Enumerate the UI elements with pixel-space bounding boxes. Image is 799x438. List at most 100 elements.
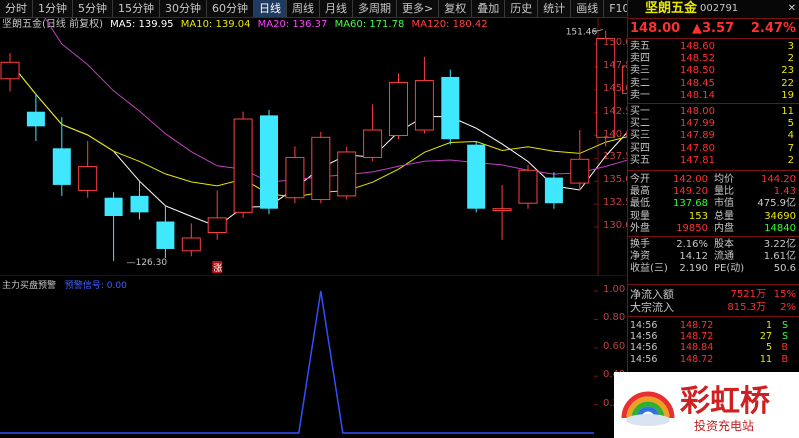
stat-label: 内盘 bbox=[714, 222, 734, 234]
bid-row[interactable]: 买三 147.89 4 bbox=[628, 130, 799, 142]
ask-volume: 22 bbox=[781, 77, 794, 89]
stat-label: 外盘 bbox=[630, 222, 650, 234]
tick-volume: 5 bbox=[765, 342, 772, 354]
stat-value: 14840 bbox=[764, 222, 796, 234]
ask-label: 卖一 bbox=[630, 89, 650, 101]
tick-volume: 1 bbox=[765, 320, 772, 331]
candle-body bbox=[260, 115, 278, 209]
candlestick-chart[interactable]: 151.46 —126.30 涨 bbox=[0, 18, 627, 276]
ask-row[interactable]: 卖二 148.45 22 bbox=[628, 78, 799, 90]
candle-body bbox=[570, 158, 590, 184]
toolbar-period-8[interactable]: 月线 bbox=[320, 0, 353, 17]
toolbar-period-10[interactable]: 更多> bbox=[397, 0, 440, 17]
candle bbox=[26, 93, 45, 141]
candle bbox=[492, 184, 512, 240]
stat-value: 153 bbox=[688, 210, 708, 222]
stat-label: 最低 bbox=[630, 198, 650, 210]
candle-body bbox=[492, 208, 512, 212]
divider bbox=[628, 316, 799, 317]
ask-row[interactable]: 卖三 148.50 23 bbox=[628, 65, 799, 77]
toolbar-period-7[interactable]: 周线 bbox=[287, 0, 320, 17]
signal-line bbox=[0, 290, 594, 434]
candle bbox=[78, 140, 98, 198]
tick-side: B bbox=[781, 353, 788, 365]
candle bbox=[544, 172, 563, 209]
stat-label: 流通 bbox=[714, 251, 734, 263]
candle bbox=[441, 69, 460, 145]
bid-price: 147.80 bbox=[680, 142, 715, 154]
toolbar-period-0[interactable]: 分时 bbox=[0, 0, 33, 17]
candle bbox=[311, 131, 331, 204]
stat-row: 净资 14.12 流通 1.61亿 bbox=[628, 251, 799, 263]
ask-row[interactable]: 卖一 148.14 19 bbox=[628, 90, 799, 102]
tick-time: 14:56 bbox=[630, 320, 658, 331]
tick-time: 14:56 bbox=[630, 353, 658, 365]
stat-row: 今开 142.00 均价 144.20 bbox=[628, 174, 799, 186]
candle-body bbox=[0, 61, 20, 80]
divider bbox=[628, 170, 799, 171]
bid-volume: 7 bbox=[787, 142, 794, 154]
flow-value: 7521万 bbox=[730, 289, 766, 300]
candle bbox=[414, 56, 434, 134]
toolbar-period-1[interactable]: 1分钟 bbox=[33, 0, 73, 17]
tick-row: 14:56 148.72 1 S bbox=[628, 320, 799, 331]
stat-row: 收益(三) 2.190 PE(动) 50.6 bbox=[628, 263, 799, 275]
bid-row[interactable]: 买一 148.00 11 bbox=[628, 106, 799, 118]
toolbar-period-4[interactable]: 30分钟 bbox=[160, 0, 207, 17]
flow-label: 净流入额 bbox=[630, 288, 674, 301]
watermark-logo: 彩虹桥 投资充电站 bbox=[614, 372, 799, 438]
stock-name: 坚朗五金 bbox=[645, 1, 698, 16]
toolbar-period-5[interactable]: 60分钟 bbox=[207, 0, 254, 17]
candle-body bbox=[130, 195, 149, 213]
ask-row[interactable]: 卖四 148.52 2 bbox=[628, 53, 799, 65]
flow-row: 大宗流入 815.3万 2% bbox=[628, 302, 799, 315]
candle-body bbox=[389, 81, 408, 136]
ask-label: 卖二 bbox=[630, 77, 650, 89]
stat-row: 外盘 19850 内盘 14840 bbox=[628, 223, 799, 235]
stat-value: 1.43 bbox=[773, 186, 796, 198]
indicator-axis-label: 0.80 bbox=[603, 312, 626, 324]
toolbar-action-2[interactable]: 历史 bbox=[505, 0, 539, 17]
tick-time: 14:56 bbox=[630, 331, 658, 343]
ask-label: 卖三 bbox=[630, 65, 650, 77]
tick-volume: 27 bbox=[759, 331, 772, 343]
watermark-slogan: 投资充电站 bbox=[694, 419, 755, 433]
stat-value: 14.12 bbox=[679, 251, 708, 263]
tick-price: 148.72 bbox=[680, 320, 714, 331]
toolbar-action-4[interactable]: 画线 bbox=[571, 0, 605, 17]
bid-price: 147.89 bbox=[680, 130, 715, 142]
candle bbox=[337, 146, 357, 200]
candle-body bbox=[52, 148, 71, 185]
indicator-chart[interactable] bbox=[0, 276, 627, 438]
stat-label: 今开 bbox=[630, 174, 650, 185]
flow-value: 815.3万 bbox=[727, 302, 766, 313]
candle-body bbox=[181, 237, 201, 252]
stat-label: 量比 bbox=[714, 186, 734, 198]
toolbar-period-2[interactable]: 5分钟 bbox=[73, 0, 113, 17]
header-close-icon[interactable]: ✕ bbox=[788, 0, 796, 18]
ask-row[interactable]: 卖五 148.60 3 bbox=[628, 41, 799, 53]
last-price: 148.00 bbox=[630, 21, 681, 36]
toolbar-period-9[interactable]: 多周期 bbox=[353, 0, 397, 17]
toolbar-period-3[interactable]: 15分钟 bbox=[113, 0, 160, 17]
divider bbox=[628, 236, 799, 237]
candle-body bbox=[467, 144, 486, 209]
toolbar-action-0[interactable]: 复权 bbox=[439, 0, 473, 17]
candle-body bbox=[311, 136, 331, 201]
stat-label: 股本 bbox=[714, 239, 734, 250]
stat-value: 2.190 bbox=[679, 263, 708, 275]
bid-row[interactable]: 买五 147.81 2 bbox=[628, 155, 799, 167]
bid-row[interactable]: 买二 147.99 5 bbox=[628, 118, 799, 130]
tick-price: 148.72 bbox=[680, 331, 714, 343]
ask-price: 148.52 bbox=[680, 53, 715, 65]
bid-row[interactable]: 买四 147.80 7 bbox=[628, 143, 799, 155]
toolbar-action-1[interactable]: 叠加 bbox=[472, 0, 506, 17]
flow-pct: 15% bbox=[773, 289, 796, 300]
candle-body bbox=[285, 156, 305, 199]
toolbar-period-6[interactable]: 日线 bbox=[254, 0, 287, 17]
low-annotation: —126.30 bbox=[127, 258, 168, 268]
toolbar-action-3[interactable]: 统计 bbox=[538, 0, 572, 17]
candle bbox=[285, 146, 305, 204]
bid-label: 买一 bbox=[630, 106, 650, 117]
divider bbox=[628, 103, 799, 104]
